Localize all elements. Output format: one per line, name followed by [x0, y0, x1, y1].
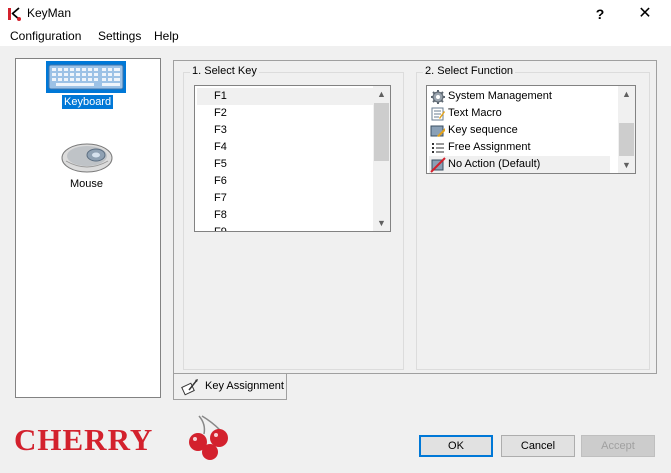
list-item[interactable]: F2: [197, 105, 227, 122]
title-bar: KeyMan ? ✕: [0, 0, 671, 28]
key-item-label: F6: [214, 175, 227, 187]
function-item-key-sequence[interactable]: Key sequence: [429, 122, 518, 139]
select-function-scrollbar[interactable]: ▲ ▼: [618, 86, 635, 173]
mouse-icon: [61, 143, 113, 173]
no-action-icon: [430, 157, 446, 173]
key-item-label: F2: [214, 107, 227, 119]
select-function-title: 2. Select Function: [423, 65, 516, 77]
gear-icon: [431, 90, 445, 104]
scroll-down-arrow-icon[interactable]: ▼: [373, 215, 390, 231]
help-button[interactable]: ?: [590, 4, 610, 24]
scroll-up-arrow-icon[interactable]: ▲: [373, 86, 390, 102]
function-item-system-management[interactable]: System Management: [429, 88, 552, 105]
menu-configuration[interactable]: Configuration: [10, 28, 81, 46]
key-item-label: F9: [214, 226, 227, 232]
list-item-selected[interactable]: F1: [197, 88, 375, 105]
list-item[interactable]: F5: [197, 156, 227, 173]
tab-label: Key Assignment: [205, 380, 284, 392]
cherry-logo-mark: CHERRY: [14, 415, 228, 460]
select-function-group: 2. Select Function System Management Tex…: [416, 65, 650, 370]
scroll-down-arrow-icon[interactable]: ▼: [618, 157, 635, 173]
list-item[interactable]: F9: [197, 224, 227, 232]
close-button[interactable]: ✕: [630, 4, 660, 24]
accept-button[interactable]: Accept: [581, 435, 655, 457]
key-item-label: F4: [214, 141, 227, 153]
key-assignment-panel: 1. Select Key F1 F2 F3 F4 F5 F6 F7 F8 F9…: [173, 60, 657, 374]
mouse-label[interactable]: Mouse: [70, 178, 103, 190]
cherry-logo: CHERRY: [14, 412, 234, 462]
menu-bar: Configuration Settings Help: [0, 28, 671, 46]
list-icon: [432, 143, 444, 153]
function-item-no-action[interactable]: No Action (Default): [429, 156, 610, 173]
key-item-label: F8: [214, 209, 227, 221]
keyman-app-icon: [8, 7, 21, 21]
list-item[interactable]: F7: [197, 190, 227, 207]
list-item[interactable]: F4: [197, 139, 227, 156]
keyboard-icon: [46, 61, 126, 93]
select-key-group: 1. Select Key F1 F2 F3 F4 F5 F6 F7 F8 F9…: [183, 65, 404, 370]
keyboard-device[interactable]: [46, 61, 126, 93]
key-item-label: F5: [214, 158, 227, 170]
key-sequence-icon: [430, 125, 445, 137]
function-item-text-macro[interactable]: Text Macro: [429, 105, 502, 122]
list-item[interactable]: F8: [197, 207, 227, 224]
select-key-listbox[interactable]: F1 F2 F3 F4 F5 F6 F7 F8 F9 ▲ ▼: [194, 85, 391, 232]
select-function-listbox[interactable]: System Management Text Macro Key sequenc…: [426, 85, 636, 174]
list-item[interactable]: F3: [197, 122, 227, 139]
select-key-title: 1. Select Key: [190, 65, 259, 77]
device-panel: Keyboard Mouse: [15, 58, 161, 398]
key-item-label: F7: [214, 192, 227, 204]
brand-name: CHERRY: [14, 422, 153, 457]
scroll-up-arrow-icon[interactable]: ▲: [618, 86, 635, 102]
ok-button[interactable]: OK: [419, 435, 493, 457]
mouse-device[interactable]: [60, 141, 114, 175]
scroll-thumb[interactable]: [374, 103, 389, 161]
select-key-scrollbar[interactable]: ▲ ▼: [373, 86, 390, 231]
keyboard-label[interactable]: Keyboard: [62, 95, 114, 109]
tab-key-assignment[interactable]: Key Assignment: [173, 374, 287, 400]
function-item-label: System Management: [448, 90, 552, 102]
key-item-label: F1: [214, 90, 227, 102]
menu-help[interactable]: Help: [154, 28, 179, 46]
key-assignment-icon: [181, 379, 198, 396]
menu-settings[interactable]: Settings: [98, 28, 141, 46]
function-item-free-assignment[interactable]: Free Assignment: [429, 139, 531, 156]
window-title: KeyMan: [27, 6, 72, 20]
cancel-button[interactable]: Cancel: [501, 435, 575, 457]
key-item-label: F3: [214, 124, 227, 136]
list-item[interactable]: F6: [197, 173, 227, 190]
scroll-thumb[interactable]: [619, 123, 634, 156]
text-macro-icon: [431, 107, 445, 121]
